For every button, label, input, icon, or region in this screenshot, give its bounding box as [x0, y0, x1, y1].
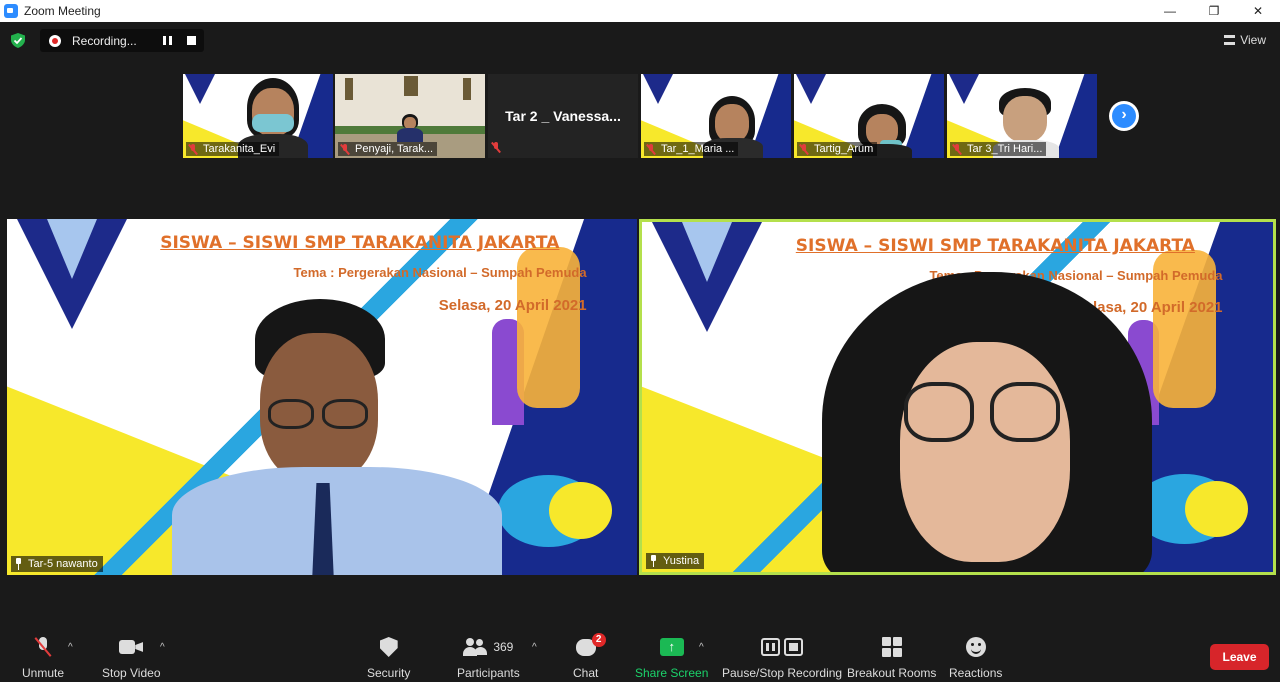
audio-options-chevron-icon[interactable]: ^ [68, 642, 73, 653]
stop-recording-icon[interactable] [187, 36, 196, 45]
breakout-rooms-button[interactable]: Breakout Rooms [847, 634, 936, 680]
participant-name-label: Tarakanita_Evi [186, 142, 280, 156]
participant-mute-status [491, 142, 506, 156]
shield-icon [379, 637, 398, 657]
participant-thumbnail[interactable]: Tartig_Arum [794, 74, 944, 158]
video-options-chevron-icon[interactable]: ^ [160, 642, 165, 653]
share-options-chevron-icon[interactable]: ^ [699, 642, 704, 653]
participant-thumbnail[interactable]: Tar 2 _ Vanessa... [488, 74, 638, 158]
participants-icon [463, 638, 488, 656]
title-bar: Zoom Meeting — ❐ ✕ [0, 0, 1280, 22]
chevron-right-icon: › [1112, 104, 1136, 128]
participant-video [812, 272, 1162, 572]
close-button[interactable]: ✕ [1236, 0, 1280, 22]
share-screen-button[interactable]: ↑ Share Screen [635, 634, 708, 680]
participant-name-display: Tar 2 _ Vanessa... [505, 108, 621, 124]
muted-microphone-icon [37, 637, 49, 657]
video-camera-icon [119, 639, 143, 655]
smiley-icon [965, 637, 986, 657]
next-page-button[interactable]: › [1109, 101, 1139, 131]
muted-mic-icon [952, 143, 962, 155]
window-controls: — ❐ ✕ [1148, 0, 1280, 22]
meeting-toolbar: Unmute ^ Stop Video ^ Security 369 Parti… [0, 630, 1280, 682]
participant-name-label: Tar_1_Maria ... [644, 142, 739, 156]
video-tile-yustina[interactable]: SISWA – SISWI SMP TARAKANITA JAKARTA Tem… [639, 219, 1276, 575]
zoom-app-icon [4, 4, 18, 18]
participants-button[interactable]: 369 Participants [457, 634, 520, 680]
recording-dot-icon [49, 34, 61, 47]
participant-thumbnail[interactable]: Penyaji, Tarak... [335, 74, 485, 158]
muted-mic-icon [491, 142, 501, 153]
slide-title: SISWA – SISWI SMP TARAKANITA JAKARTA [795, 236, 1195, 256]
participant-name-label: Tartig_Arum [797, 142, 878, 156]
stop-video-button[interactable]: Stop Video [102, 634, 161, 680]
reactions-button[interactable]: Reactions [949, 634, 1002, 680]
participant-name-label: Tar 3_Tri Hari... [950, 142, 1047, 156]
leave-button[interactable]: Leave [1210, 644, 1269, 670]
muted-mic-icon [188, 143, 198, 155]
pause-recording-icon[interactable] [163, 36, 172, 45]
muted-mic-icon [340, 143, 350, 155]
participant-video [172, 299, 502, 575]
chat-unread-badge: 2 [591, 632, 606, 647]
unmute-button[interactable]: Unmute [22, 634, 64, 680]
participants-count: 369 [493, 640, 514, 654]
pin-icon [14, 558, 23, 570]
recording-label: Recording... [72, 33, 137, 48]
view-button[interactable]: View [1224, 33, 1266, 47]
participant-thumbnail[interactable]: Tarakanita_Evi [183, 74, 333, 158]
security-button[interactable]: Security [367, 634, 410, 680]
chat-bubble-icon: 2 [575, 632, 606, 656]
muted-mic-icon [646, 143, 656, 155]
view-grid-icon [1224, 35, 1236, 45]
chat-button[interactable]: 2 Chat [573, 632, 606, 680]
pin-icon [649, 555, 658, 567]
muted-mic-icon [799, 143, 809, 155]
share-screen-arrow-icon: ↑ [659, 638, 684, 656]
pause-stop-icon [761, 638, 804, 656]
participant-name-tag: Yustina [646, 553, 705, 569]
view-label: View [1240, 33, 1266, 47]
participant-name-tag: Tar-5 nawanto [11, 556, 103, 572]
encryption-shield-icon[interactable] [11, 33, 25, 48]
participant-thumbnail[interactable]: Tar 3_Tri Hari... [947, 74, 1097, 158]
minimize-button[interactable]: — [1148, 0, 1192, 22]
recording-indicator: Recording... [40, 29, 204, 52]
participant-thumbnail[interactable]: Tar_1_Maria ... [641, 74, 791, 158]
window-title: Zoom Meeting [24, 4, 101, 18]
participants-options-chevron-icon[interactable]: ^ [532, 642, 537, 653]
slide-theme: Tema : Pergerakan Nasional – Sumpah Pemu… [293, 265, 587, 281]
pause-stop-recording-button[interactable]: Pause/Stop Recording [722, 634, 842, 680]
breakout-rooms-grid-icon [881, 637, 902, 657]
restore-button[interactable]: ❐ [1192, 0, 1236, 22]
slide-title: SISWA – SISWI SMP TARAKANITA JAKARTA [160, 233, 560, 254]
participant-name-label: Penyaji, Tarak... [338, 142, 438, 156]
video-tile-tar5-nawanto[interactable]: SISWA – SISWI SMP TARAKANITA JAKARTA Tem… [7, 219, 637, 575]
